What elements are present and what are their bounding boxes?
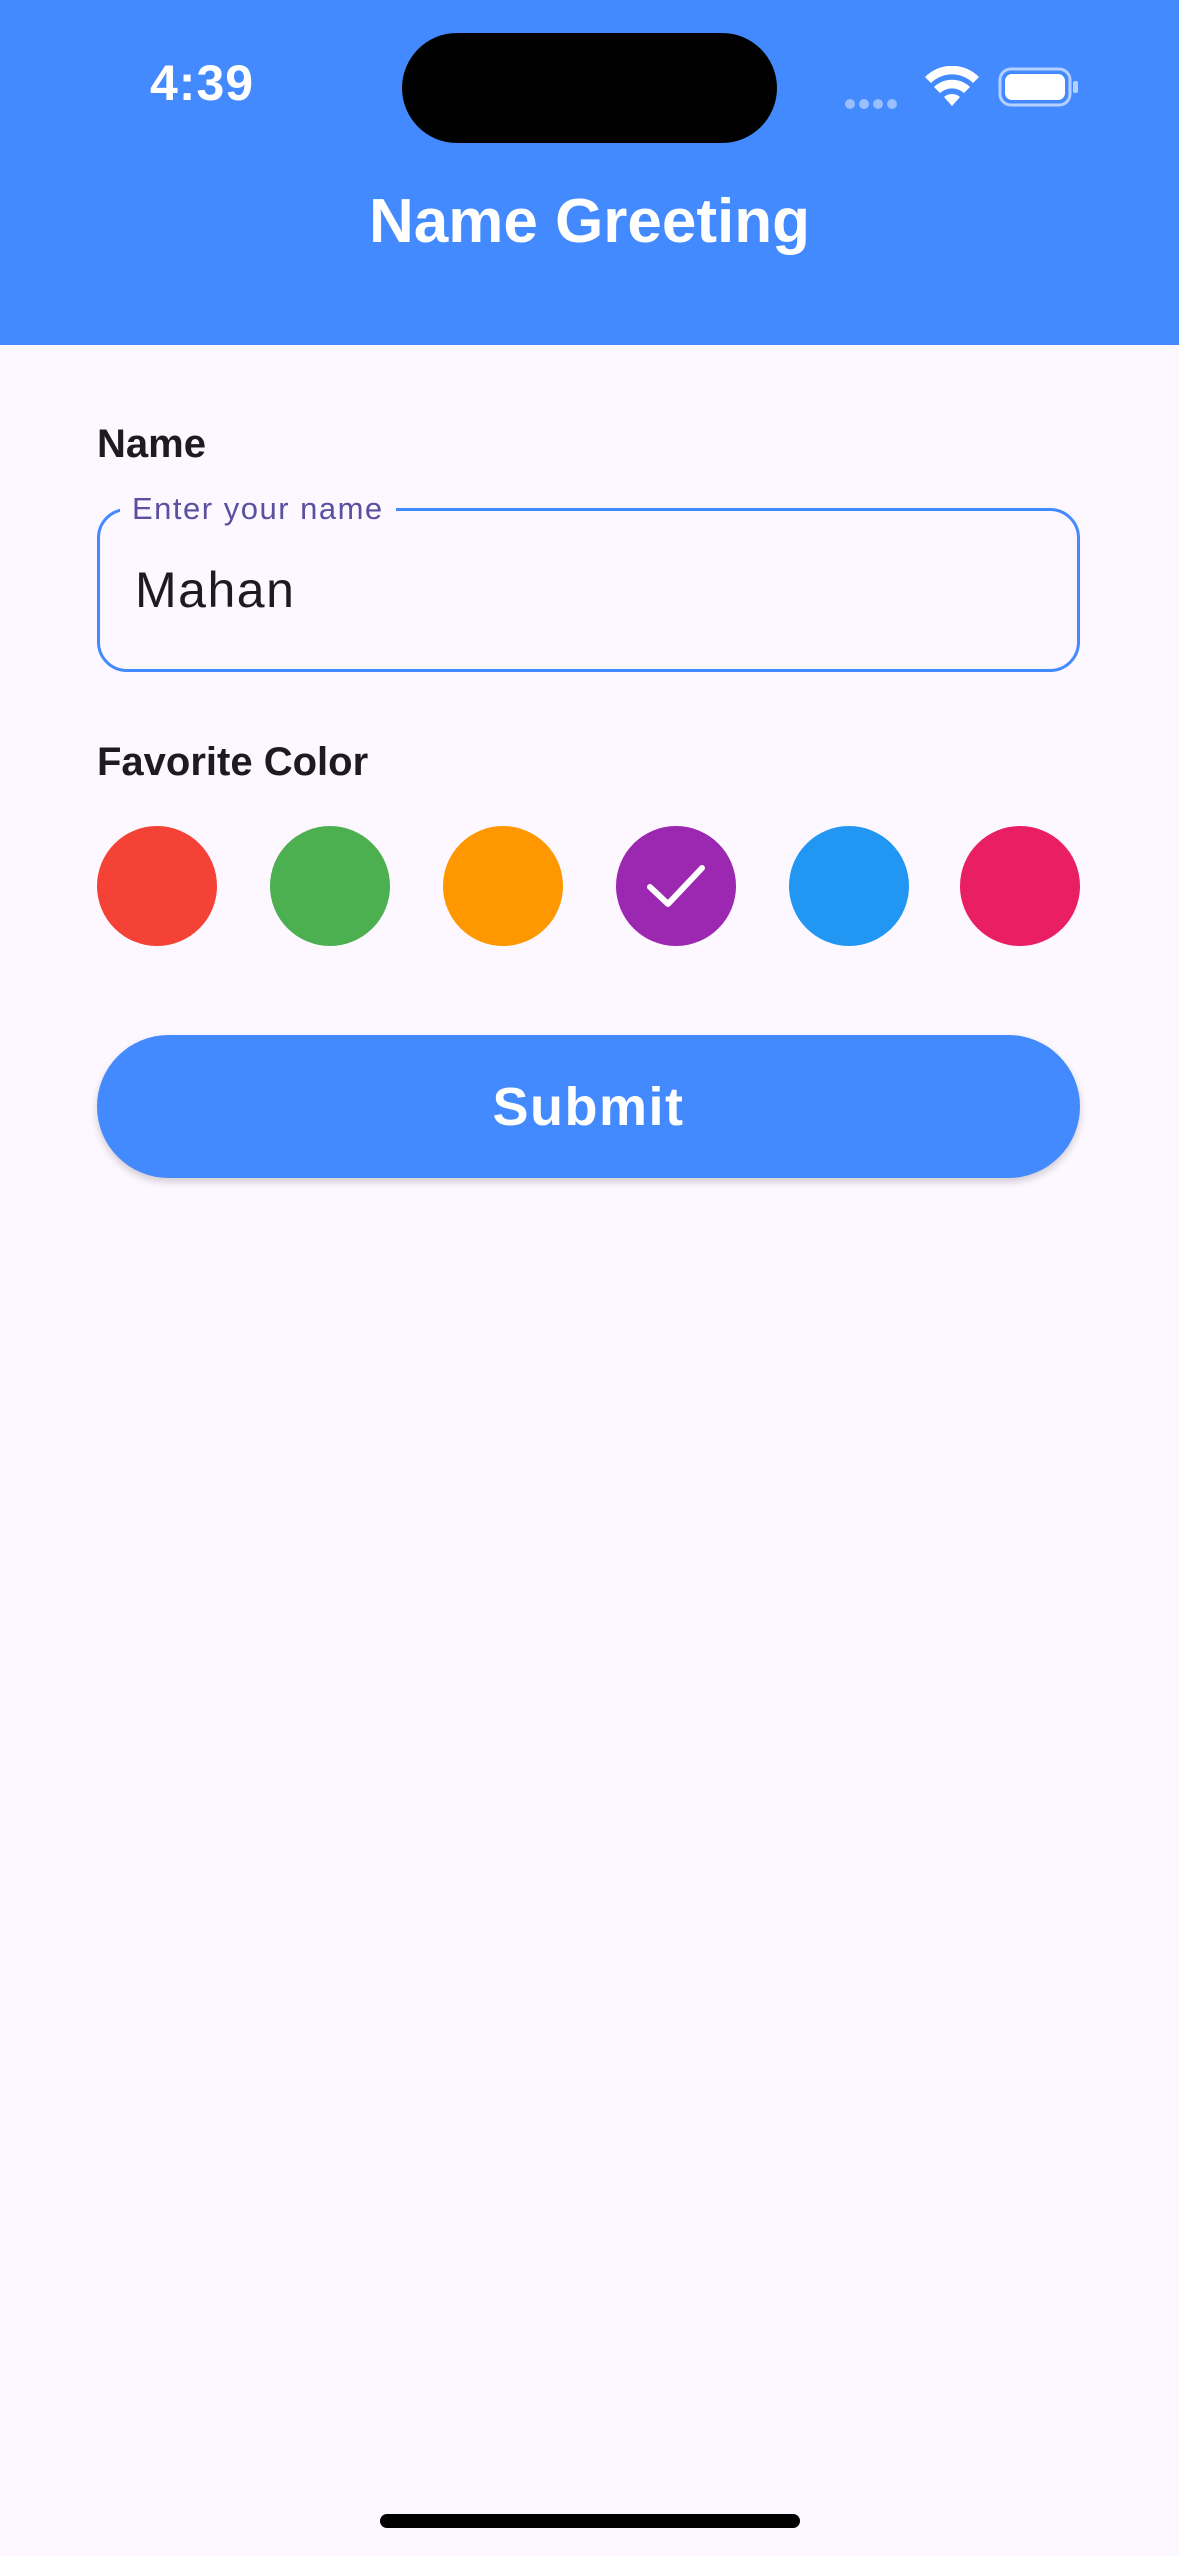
color-swatch-blue[interactable] [789, 826, 909, 946]
submit-button[interactable]: Submit [97, 1035, 1080, 1178]
color-swatch-row [97, 826, 1080, 946]
battery-icon [998, 67, 1078, 107]
color-swatch-purple[interactable] [616, 826, 736, 946]
checkmark-icon [647, 865, 705, 907]
status-time: 4:39 [150, 55, 255, 111]
page-title: Name Greeting [368, 187, 811, 256]
app-bar: 4:39 Name Greeting [0, 0, 1179, 345]
name-section-label: Name [97, 422, 206, 466]
color-swatch-red[interactable] [97, 826, 217, 946]
wifi-icon [925, 66, 979, 106]
favorite-color-label: Favorite Color [97, 740, 369, 784]
dynamic-island [402, 33, 777, 143]
color-swatch-green[interactable] [270, 826, 390, 946]
name-input-label: Enter your name [120, 489, 396, 529]
home-indicator [380, 2514, 800, 2528]
name-input[interactable]: Enter your name Mahan [97, 489, 1080, 672]
name-input-value[interactable]: Mahan [135, 561, 295, 619]
signal-icon [845, 96, 905, 109]
color-swatch-pink[interactable] [960, 826, 1080, 946]
color-swatch-orange[interactable] [443, 826, 563, 946]
